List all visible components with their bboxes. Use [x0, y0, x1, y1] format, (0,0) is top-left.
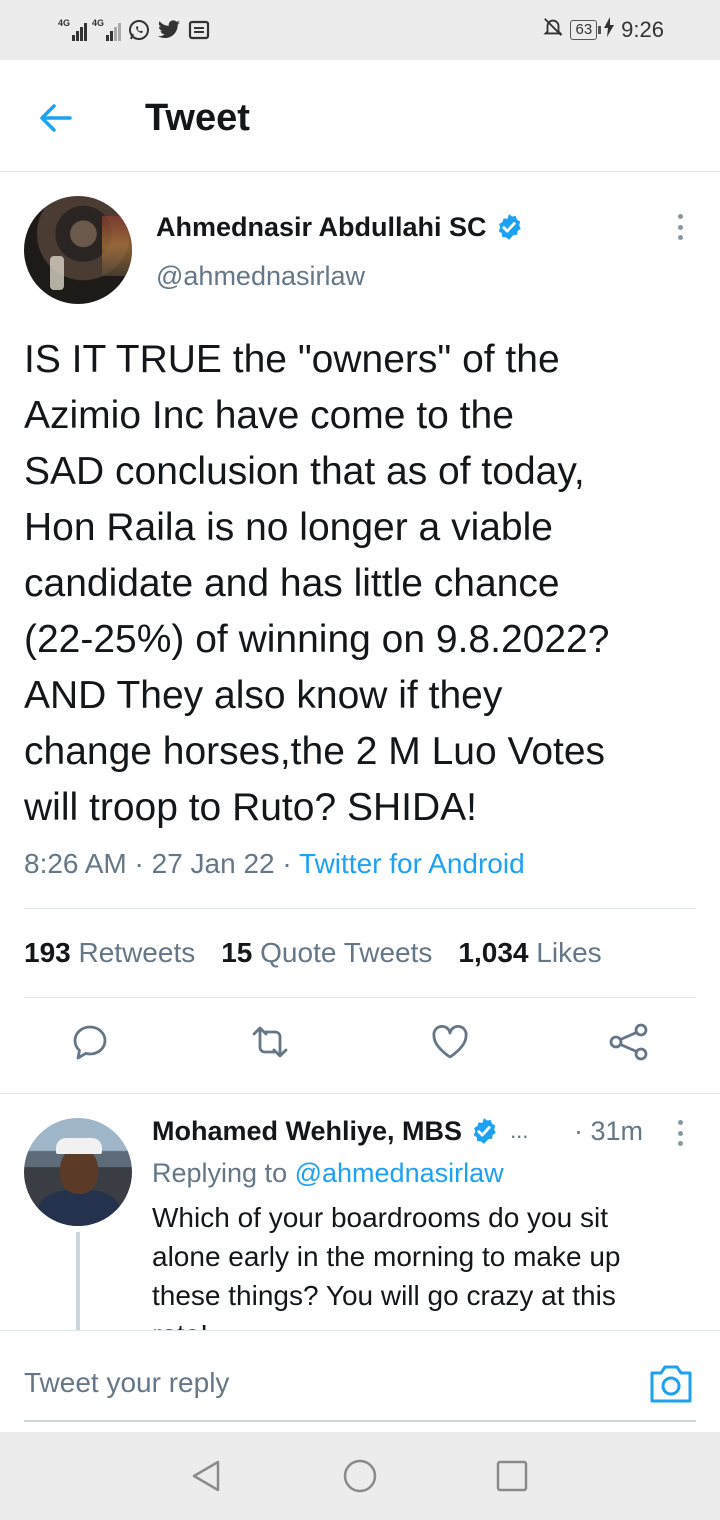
- circle-home-icon: [343, 1459, 377, 1493]
- likes-label: Likes: [536, 937, 602, 968]
- reply-more-options-button[interactable]: [670, 1118, 690, 1148]
- likes-count: 1,034: [458, 937, 529, 968]
- replying-to: Replying to @ahmednasirlaw: [152, 1156, 504, 1190]
- cell-signal-icon-2: 4G: [92, 19, 122, 41]
- name-truncation: ...: [510, 1118, 529, 1143]
- cell-signal-icon: 4G: [58, 19, 88, 41]
- news-icon: [186, 17, 212, 43]
- status-bar-left: 4G 4G: [58, 14, 212, 46]
- reply-time: · 31m: [574, 1116, 644, 1146]
- nav-recents-button[interactable]: [494, 1458, 530, 1494]
- arrow-left-icon: [40, 104, 72, 132]
- app-header: Tweet: [0, 60, 720, 172]
- mute-icon: [542, 16, 564, 44]
- tweet-date: 27 Jan 22: [151, 848, 275, 879]
- twitter-icon: [156, 17, 182, 43]
- reply-button[interactable]: [70, 1022, 110, 1062]
- system-nav-bar: [0, 1432, 720, 1520]
- quote-tweets-count: 15: [221, 937, 253, 968]
- retweet-button[interactable]: [248, 1022, 288, 1062]
- whatsapp-icon: [126, 17, 152, 43]
- square-recents-icon: [496, 1460, 528, 1492]
- page-title: Tweet: [145, 97, 250, 139]
- reply-icon: [73, 1025, 107, 1060]
- author-name[interactable]: Ahmednasir Abdullahi SC: [156, 210, 487, 244]
- verified-badge-icon: [498, 214, 521, 240]
- author-name-row[interactable]: Ahmednasir Abdullahi SC: [156, 210, 523, 244]
- reply-input[interactable]: Tweet your reply: [24, 1365, 229, 1401]
- status-bar-right: 63 9:26: [542, 14, 664, 46]
- tweet-time: 8:26 AM: [24, 848, 127, 879]
- back-button[interactable]: [34, 96, 78, 140]
- camera-icon: [650, 1365, 692, 1403]
- triangle-back-icon: [192, 1460, 220, 1492]
- camera-button[interactable]: [648, 1361, 694, 1405]
- retweets-count: 193: [24, 937, 71, 968]
- share-button[interactable]: [608, 1022, 648, 1062]
- reply-text: Which of your boardrooms do you sit alon…: [152, 1202, 621, 1332]
- tweet-actions: [0, 998, 720, 1094]
- replying-prefix: Replying to: [152, 1158, 288, 1188]
- status-time: 9:26: [621, 17, 664, 42]
- author-avatar[interactable]: [24, 196, 132, 304]
- share-icon: [609, 1023, 648, 1061]
- retweets-stat[interactable]: 193 Retweets: [24, 937, 195, 969]
- heart-icon: [432, 1024, 468, 1059]
- reply-author-avatar[interactable]: [24, 1118, 132, 1226]
- tweet-stats: 193 Retweets 15 Quote Tweets 1,034 Likes: [24, 908, 696, 998]
- reply-author-name[interactable]: Mohamed Wehliye, MBS: [152, 1114, 462, 1148]
- retweet-icon: [252, 1026, 288, 1058]
- nav-home-button[interactable]: [342, 1458, 378, 1494]
- reply-author-row[interactable]: Mohamed Wehliye, MBS ...: [152, 1114, 528, 1148]
- likes-stat[interactable]: 1,034 Likes: [458, 937, 601, 969]
- quote-tweets-label: Quote Tweets: [260, 937, 433, 968]
- more-icon: [677, 1120, 683, 1125]
- author-handle[interactable]: @ahmednasirlaw: [156, 260, 365, 292]
- tweet-meta: 8:26 AM · 27 Jan 22 · Twitter for Androi…: [24, 846, 525, 882]
- replying-handle-link[interactable]: @ahmednasirlaw: [295, 1158, 504, 1188]
- thread-line: [76, 1232, 80, 1332]
- reply-composer: Tweet your reply: [0, 1330, 720, 1432]
- tweet-source-link[interactable]: Twitter for Android: [299, 848, 525, 879]
- meta-separator-2: ·: [282, 848, 292, 879]
- network-type-label: 4G: [58, 18, 71, 28]
- status-bar: 4G 4G 63 9:26: [0, 0, 720, 60]
- more-options-button[interactable]: [670, 212, 690, 242]
- like-button[interactable]: [430, 1022, 470, 1062]
- battery-indicator: 63: [570, 20, 601, 40]
- charging-icon: [603, 17, 615, 43]
- meta-separator: ·: [134, 848, 144, 879]
- verified-badge-icon: [473, 1118, 496, 1144]
- quote-tweets-stat[interactable]: 15 Quote Tweets: [221, 937, 432, 969]
- composer-underline: [24, 1420, 696, 1422]
- nav-back-button[interactable]: [188, 1458, 224, 1494]
- tweet-text: IS IT TRUE the "owners" of the Azimio In…: [24, 338, 610, 829]
- network-type-label-2: 4G: [92, 18, 105, 28]
- retweets-label: Retweets: [78, 937, 196, 968]
- more-icon: [677, 214, 683, 219]
